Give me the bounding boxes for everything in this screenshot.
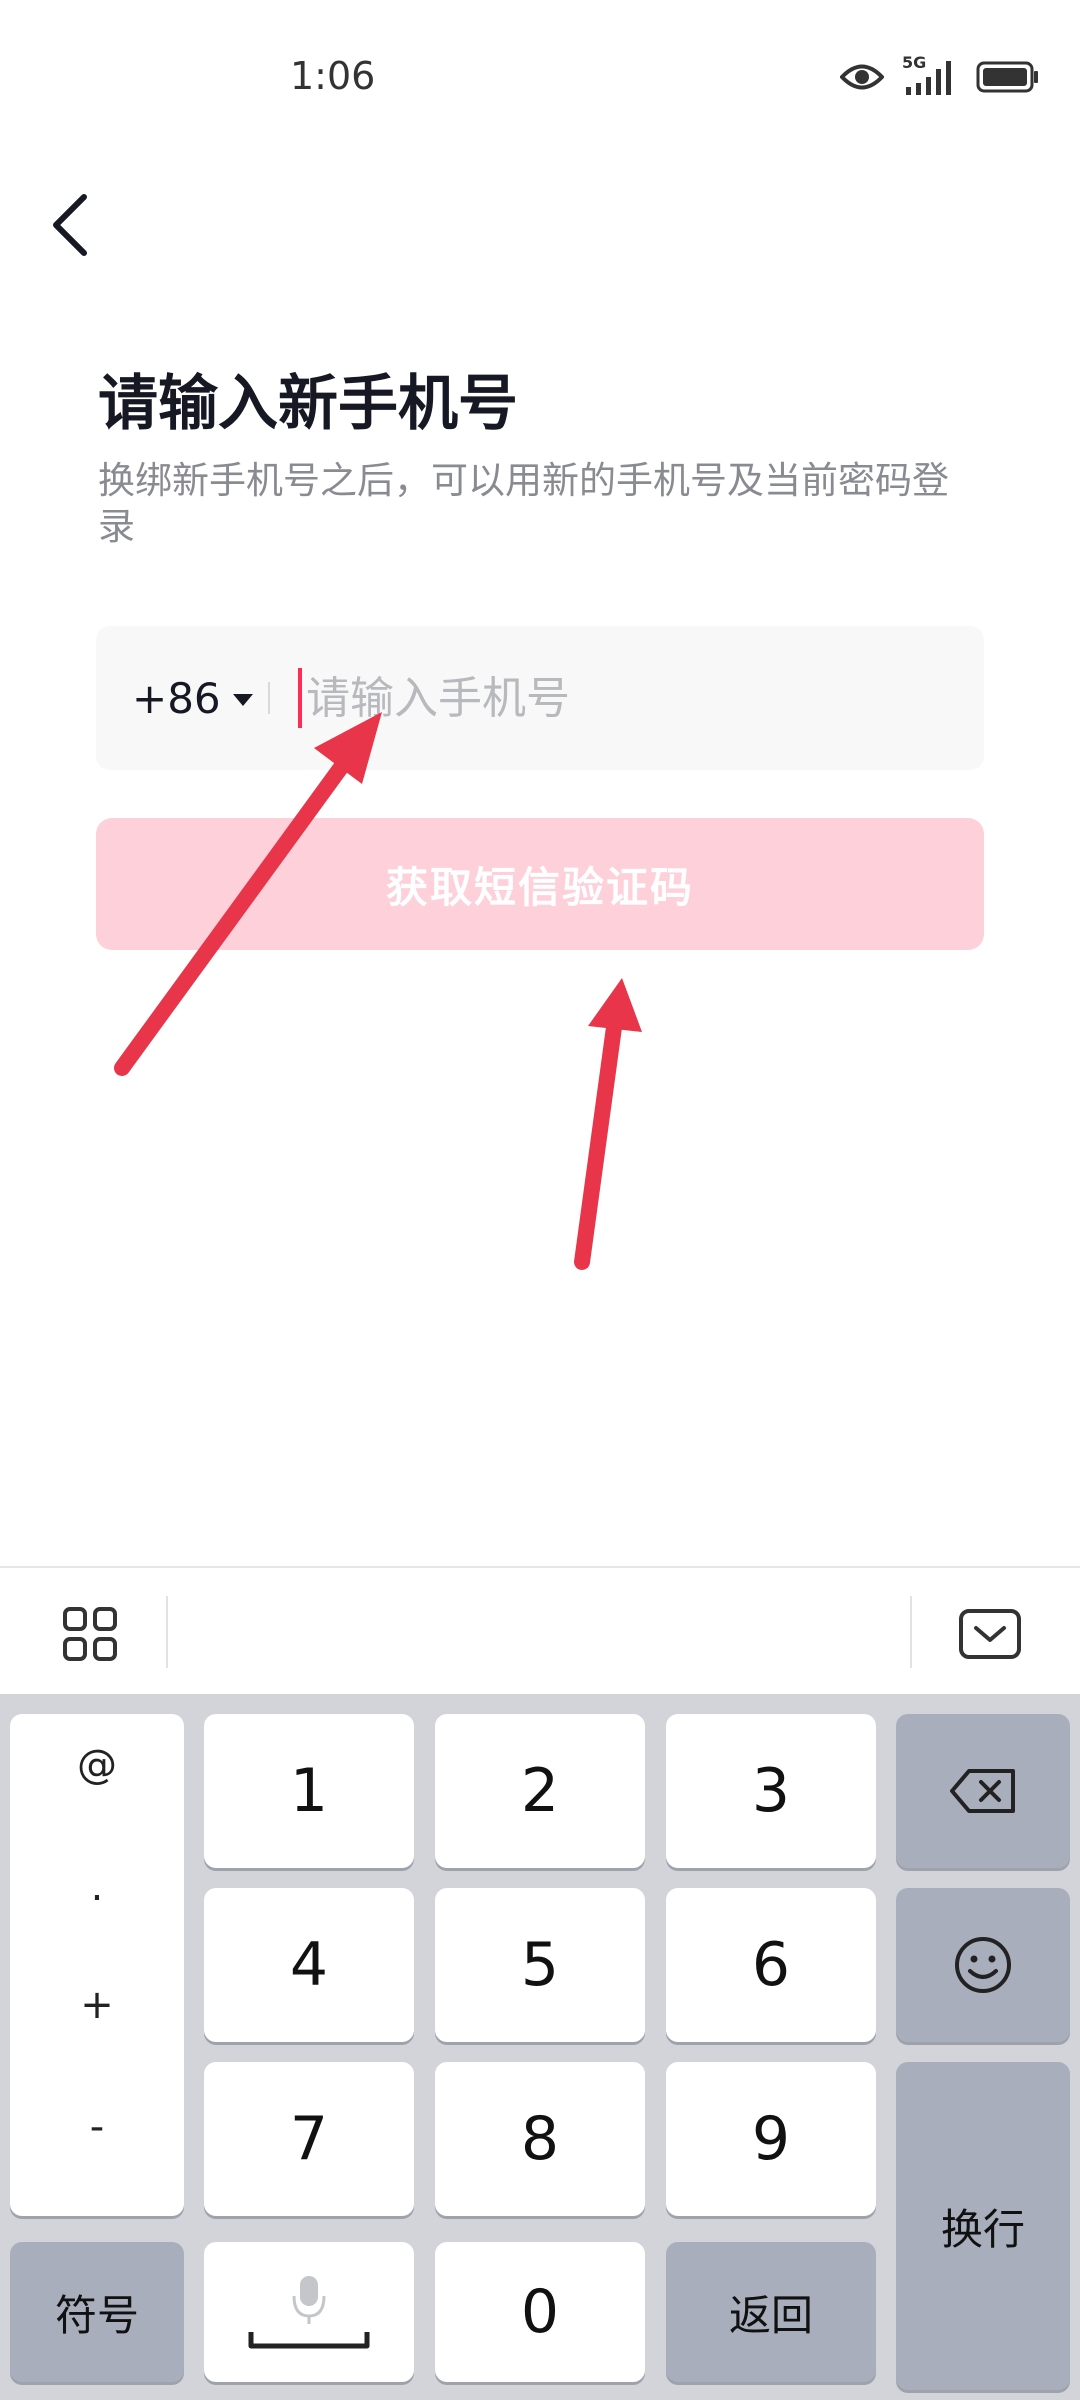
emoji-key[interactable] xyxy=(896,1888,1070,2042)
keyboard-hide-icon xyxy=(959,1609,1021,1659)
phone-input[interactable] xyxy=(306,626,946,770)
emoji-icon xyxy=(955,1937,1011,1993)
signal-icon: 5G xyxy=(902,53,958,97)
key-7[interactable]: 7 xyxy=(204,2062,414,2216)
country-code-label: +86 xyxy=(132,673,221,723)
key-3[interactable]: 3 xyxy=(666,1714,876,1868)
symbol-at[interactable]: @ xyxy=(10,1742,184,1788)
status-icons: 5G xyxy=(840,52,1040,102)
eye-icon xyxy=(840,64,884,90)
hide-keyboard-button[interactable] xyxy=(950,1596,1030,1672)
status-time: 1:06 xyxy=(290,54,376,98)
key-4[interactable]: 4 xyxy=(204,1888,414,2042)
symbol-dot[interactable]: . xyxy=(10,1864,184,1910)
chevron-left-icon xyxy=(53,194,87,256)
key-2[interactable]: 2 xyxy=(435,1714,645,1868)
voice-space-key[interactable] xyxy=(204,2242,414,2382)
toolbar-divider xyxy=(166,1596,168,1668)
return-key[interactable]: 返回 xyxy=(666,2242,876,2382)
key-5[interactable]: 5 xyxy=(435,1888,645,2042)
field-divider xyxy=(268,682,270,714)
symbols-key[interactable]: @ . + - xyxy=(10,1714,184,2216)
phone-field[interactable]: +86 xyxy=(96,626,984,770)
get-sms-code-button[interactable]: 获取短信验证码 xyxy=(96,818,984,950)
symbol-plus[interactable]: + xyxy=(10,1982,184,2028)
caret-down-icon xyxy=(232,694,253,706)
grid-icon xyxy=(63,1607,117,1661)
key-9[interactable]: 9 xyxy=(666,2062,876,2216)
key-1[interactable]: 1 xyxy=(204,1714,414,1868)
microphone-space-icon xyxy=(248,2276,370,2349)
back-button[interactable] xyxy=(40,185,100,265)
keyboard-menu-button[interactable] xyxy=(52,1596,128,1672)
numeric-keyboard: @ . + - 1 2 3 4 5 6 7 8 9 换行 符号 0 返回 xyxy=(0,1694,1080,2400)
symbol-switch-key[interactable]: 符号 xyxy=(10,2242,184,2382)
backspace-key[interactable] xyxy=(896,1714,1070,1868)
country-code-selector[interactable]: +86 xyxy=(132,626,253,770)
annotation-arrow-button xyxy=(574,978,642,1270)
backspace-icon xyxy=(950,1769,1015,1813)
toolbar-divider xyxy=(910,1596,912,1668)
battery-icon xyxy=(976,61,1038,93)
page-title: 请输入新手机号 xyxy=(98,369,518,439)
symbol-minus[interactable]: - xyxy=(10,2104,184,2150)
keyboard-toolbar xyxy=(0,1566,1080,1696)
key-8[interactable]: 8 xyxy=(435,2062,645,2216)
text-cursor xyxy=(298,668,302,728)
newline-key[interactable]: 换行 xyxy=(896,2062,1070,2390)
page-subtitle: 换绑新手机号之后，可以用新的手机号及当前密码登录 xyxy=(98,459,949,548)
key-6[interactable]: 6 xyxy=(666,1888,876,2042)
key-0[interactable]: 0 xyxy=(435,2242,645,2382)
